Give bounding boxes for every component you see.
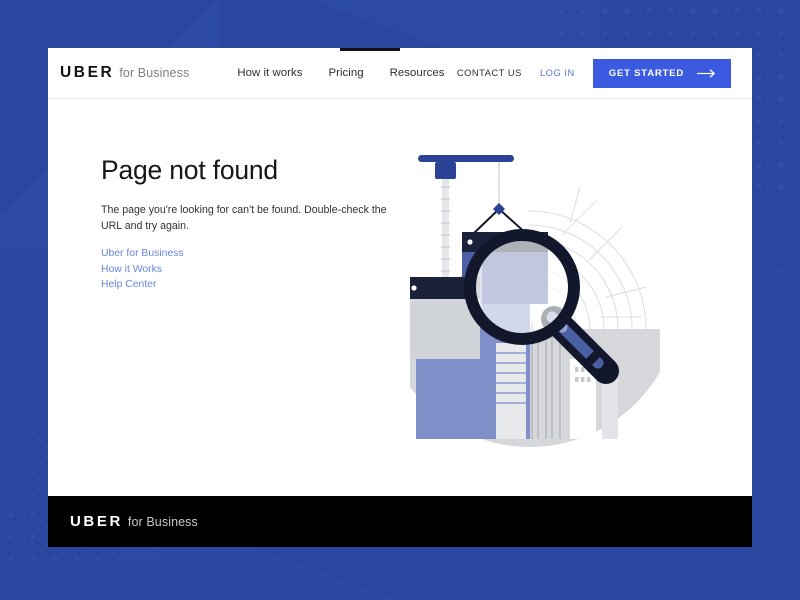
log-in-link[interactable]: LOG IN	[540, 68, 575, 78]
logo-suffix: for Business	[119, 66, 190, 80]
construction-search-illustration	[410, 155, 660, 447]
link-uber-for-business[interactable]: Uber for Business	[101, 246, 404, 261]
header-actions: CONTACT US LOG IN GET STARTED	[457, 58, 752, 88]
contact-us-link[interactable]: CONTACT US	[457, 68, 522, 78]
helpful-links: Uber for Business How it Works Help Cent…	[101, 246, 404, 292]
page-card: UBER for Business How it works Pricing R…	[48, 48, 752, 496]
footer-logo-wordmark: UBER	[70, 513, 123, 530]
site-header: UBER for Business How it works Pricing R…	[48, 48, 752, 99]
page-title: Page not found	[101, 155, 278, 185]
page-content: Page not found The page you're looking f…	[48, 99, 752, 495]
footer-logo[interactable]: UBER for Business	[70, 513, 198, 530]
nav-item-pricing[interactable]: Pricing	[328, 67, 363, 79]
link-how-it-works[interactable]: How it Works	[101, 262, 404, 277]
link-help-center[interactable]: Help Center	[101, 277, 404, 292]
header-logo[interactable]: UBER for Business	[60, 64, 189, 82]
error-description: The page you're looking for can't be fou…	[101, 204, 387, 232]
get-started-button[interactable]: GET STARTED	[592, 58, 731, 88]
arrow-right-icon	[697, 68, 716, 78]
illustration-column	[404, 99, 752, 495]
error-text-column: Page not found The page you're looking f…	[48, 99, 404, 495]
site-footer: UBER for Business	[48, 496, 752, 547]
logo-wordmark: UBER	[60, 64, 115, 81]
primary-nav: How it works Pricing Resources	[237, 67, 444, 79]
nav-item-how-it-works[interactable]: How it works	[237, 67, 302, 79]
footer-logo-suffix: for Business	[127, 515, 198, 529]
nav-item-resources[interactable]: Resources	[390, 67, 445, 79]
get-started-label: GET STARTED	[608, 67, 684, 79]
